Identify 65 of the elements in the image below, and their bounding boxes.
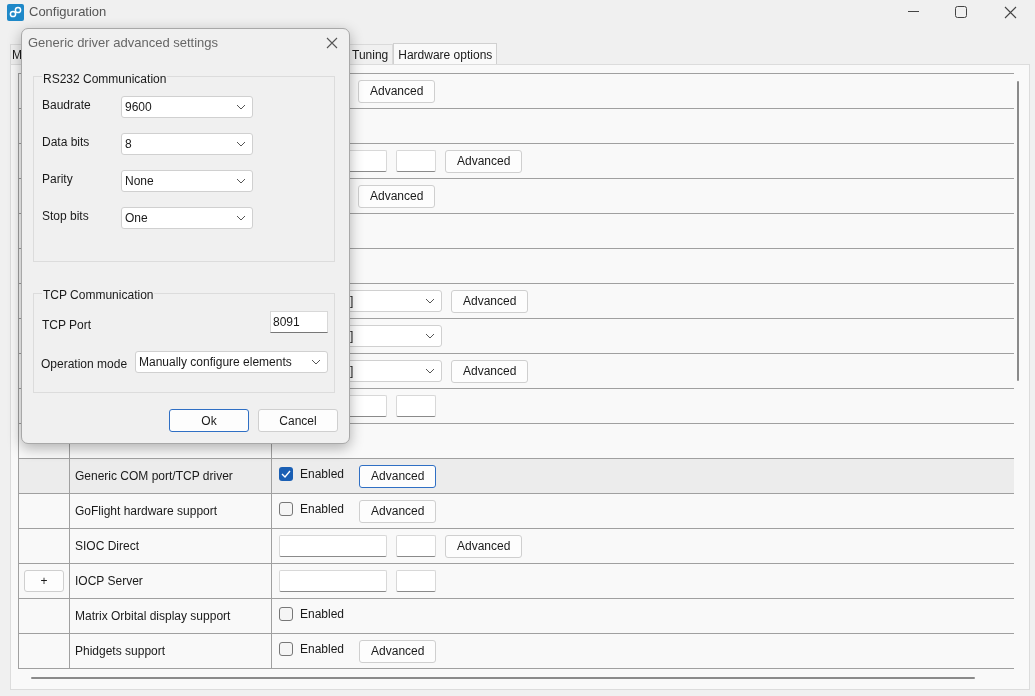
advanced-button[interactable]: Advanced	[358, 79, 436, 103]
advanced-button[interactable]: Advanced	[358, 184, 436, 208]
advanced-button[interactable]: Advanced	[359, 499, 437, 523]
advanced-button[interactable]: Advanced	[445, 534, 523, 558]
advanced-button[interactable]: Advanced	[451, 359, 529, 383]
driver-name: Phidgets support	[75, 643, 166, 660]
input-field[interactable]	[396, 570, 436, 592]
driver-name: SIOC Direct	[75, 538, 139, 555]
vertical-scrollbar[interactable]	[1017, 81, 1019, 381]
input-field[interactable]	[279, 535, 387, 557]
table-row[interactable]: Matrix Orbital display support Enabled	[18, 599, 1014, 634]
table-row[interactable]: Generic COM port/TCP driver Enabled Advanced	[18, 459, 1014, 494]
checkbox-label: Enabled	[300, 606, 345, 623]
advanced-button[interactable]: Advanced	[359, 639, 437, 663]
advanced-button[interactable]: Advanced	[445, 149, 523, 173]
input-field[interactable]	[396, 395, 436, 417]
dropdown[interactable]: 9600	[121, 96, 253, 118]
checkbox[interactable]	[279, 642, 293, 656]
chevron-down-icon	[311, 359, 321, 365]
dialog-button[interactable]: Cancel	[258, 409, 338, 432]
chevron-down-icon	[425, 298, 435, 304]
close-icon[interactable]	[1003, 5, 1017, 19]
dropdown[interactable]: 8	[121, 133, 253, 155]
table-row[interactable]: + IOCP Server	[18, 564, 1014, 599]
field-label: TCP Port	[42, 317, 92, 334]
expand-button[interactable]: +	[24, 570, 64, 592]
checkbox-label: Enabled	[300, 466, 345, 483]
dropdown[interactable]: One	[121, 207, 253, 229]
advanced-button[interactable]: Advanced	[451, 289, 529, 313]
chevron-down-icon	[236, 178, 246, 184]
checkbox-label: Enabled	[300, 641, 345, 658]
driver-name: GoFlight hardware support	[75, 503, 218, 520]
driver-name: IOCP Server	[75, 573, 143, 590]
field-label: Operation mode	[41, 356, 128, 373]
checkbox-label: Enabled	[300, 501, 345, 518]
table-row[interactable]: Phidgets support Enabled Advanced	[18, 634, 1014, 669]
chevron-down-icon	[236, 104, 246, 110]
horizontal-scrollbar[interactable]	[31, 677, 975, 679]
chevron-down-icon	[425, 368, 435, 374]
table-row[interactable]: GoFlight hardware support Enabled Advanced	[18, 494, 1014, 529]
app-logo-icon	[7, 3, 24, 21]
advanced-button[interactable]: Advanced	[359, 464, 437, 488]
driver-name: Generic COM port/TCP driver	[75, 468, 233, 485]
dropdown[interactable]: None	[121, 170, 253, 192]
dialog-title: Generic driver advanced settings	[28, 34, 219, 53]
checkbox[interactable]	[279, 607, 293, 621]
table-row[interactable]: SIOC Direct Advanced	[18, 529, 1014, 564]
tab[interactable]: Hardware options	[393, 43, 498, 65]
maximize-icon[interactable]	[955, 6, 967, 18]
dropdown[interactable]: Manually configure elements	[135, 351, 328, 373]
chevron-down-icon	[425, 333, 435, 339]
input-field[interactable]: 8091	[270, 311, 328, 333]
chevron-down-icon	[236, 215, 246, 221]
input-field[interactable]	[279, 570, 387, 592]
window-title: Configuration	[29, 3, 107, 22]
chevron-down-icon	[236, 141, 246, 147]
close-icon[interactable]	[325, 36, 339, 50]
dialog-button[interactable]: Ok	[169, 409, 249, 432]
driver-name: Matrix Orbital display support	[75, 608, 231, 625]
checkbox[interactable]	[279, 467, 293, 481]
minimize-icon[interactable]	[907, 11, 919, 13]
tab[interactable]: Tuning	[347, 44, 394, 64]
input-field[interactable]	[396, 535, 436, 557]
input-field[interactable]	[396, 150, 436, 172]
checkbox[interactable]	[279, 502, 293, 516]
